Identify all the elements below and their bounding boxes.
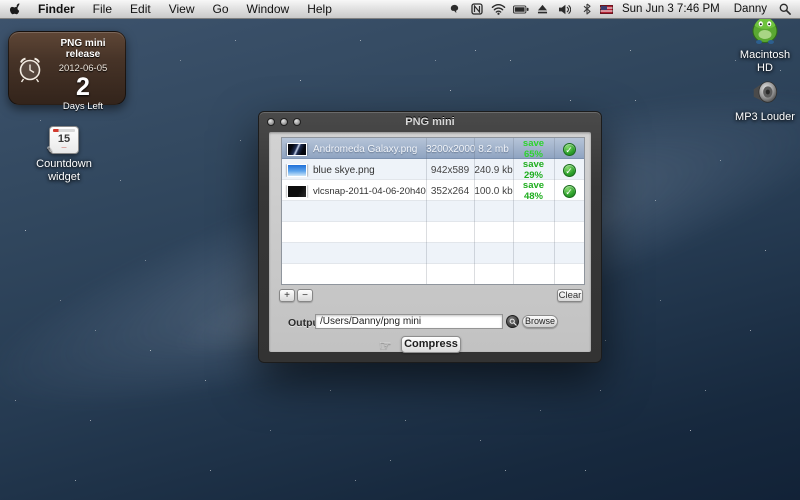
menu-view[interactable]: View [160, 0, 204, 18]
countdown-texts: PNG mini release 2012-06-05 2 Days Left [43, 38, 123, 112]
status-cell: ✓ [554, 185, 584, 198]
file-size: 240.9 kb [474, 165, 513, 176]
status-cell: ✓ [554, 143, 584, 156]
menu-window[interactable]: Window [238, 0, 299, 18]
table-row[interactable]: vlcsnap-2011-04-06-20h40m36s165.png 352x… [282, 180, 584, 201]
menubar: Finder File Edit View Go Window Help Sun… [0, 0, 800, 19]
menubar-right: Sun Jun 3 7:46 PM Danny [446, 0, 800, 18]
file-name-cell: blue skye.png [282, 164, 426, 177]
compress-button[interactable]: Compress [401, 336, 461, 353]
desktop-icon-label: Macintosh HD [733, 49, 797, 75]
empty-row [282, 264, 584, 285]
add-files-button[interactable]: + [279, 289, 295, 302]
menu-edit[interactable]: Edit [121, 0, 160, 18]
menu-go[interactable]: Go [204, 0, 238, 18]
bluetooth-icon[interactable] [578, 2, 596, 17]
calendar-icon: 15 — ✎ [49, 126, 79, 154]
menubar-left: Finder File Edit View Go Window Help [0, 0, 341, 18]
checkmark-icon: ✓ [563, 164, 576, 177]
calendar-widget-label: Countdown widget [29, 158, 99, 184]
empty-row [282, 201, 584, 222]
clear-button[interactable]: Clear [557, 289, 583, 302]
file-name-cell: vlcsnap-2011-04-06-20h40m36s165.png [282, 185, 426, 198]
spotlight-icon[interactable] [776, 2, 794, 17]
apple-menu[interactable] [0, 0, 29, 18]
menu-file[interactable]: File [84, 0, 121, 18]
status-cell: ✓ [554, 164, 584, 177]
alarm-clock-icon [16, 54, 44, 89]
save-percent: save 65% [513, 138, 554, 160]
save-percent: save 48% [513, 180, 554, 202]
remove-files-button[interactable]: − [297, 289, 313, 302]
input-menu-icon[interactable] [468, 2, 486, 17]
eject-icon[interactable] [534, 2, 552, 17]
file-thumbnail [287, 143, 307, 156]
countdown-days-label: Days Left [43, 101, 123, 112]
volume-icon[interactable] [556, 2, 574, 17]
table-row[interactable]: blue skye.png 942x589 240.9 kb save 29% … [282, 159, 584, 180]
calendar-icon-header [53, 129, 75, 132]
file-thumbnail [287, 164, 307, 177]
empty-row [282, 222, 584, 243]
window-content: Andromeda Galaxy.png 3200x2000 8.2 mb sa… [269, 132, 591, 352]
speaker-icon [726, 73, 800, 107]
menu-help[interactable]: Help [298, 0, 341, 18]
us-flag-icon[interactable] [600, 5, 613, 14]
window-titlebar[interactable]: PNG mini [259, 112, 601, 132]
file-name: Andromeda Galaxy.png [313, 144, 417, 155]
save-percent: save 29% [513, 159, 554, 181]
column-divider [426, 138, 427, 284]
countdown-widget[interactable]: PNG mini release 2012-06-05 2 Days Left [8, 31, 126, 105]
file-size: 8.2 mb [474, 144, 513, 155]
countdown-title: PNG mini release [43, 38, 123, 60]
menubar-extra-icon[interactable] [446, 2, 464, 17]
table-row[interactable]: Andromeda Galaxy.png 3200x2000 8.2 mb sa… [282, 138, 584, 159]
battery-icon[interactable] [512, 2, 530, 17]
pointing-hand-icon: ☞ [379, 337, 392, 354]
checkmark-icon: ✓ [563, 185, 576, 198]
file-dimensions: 3200x2000 [426, 144, 474, 155]
pencil-icon: ✎ [45, 144, 54, 156]
output-path-input[interactable] [315, 314, 503, 329]
empty-row [282, 243, 584, 264]
apple-icon [10, 2, 23, 16]
file-size: 100.0 kb [474, 186, 513, 197]
file-name: vlcsnap-2011-04-06-20h40m36s165.png [313, 186, 426, 197]
column-divider [474, 138, 475, 284]
menubar-app-name[interactable]: Finder [29, 0, 84, 18]
reveal-path-button[interactable] [506, 315, 519, 328]
file-dimensions: 352x264 [426, 186, 474, 197]
desktop-icon-macintosh-hd[interactable]: Macintosh HD [726, 11, 800, 75]
menubar-clock[interactable]: Sun Jun 3 7:46 PM [617, 3, 725, 15]
file-name-cell: Andromeda Galaxy.png [282, 143, 426, 156]
browse-button[interactable]: Browse [522, 315, 558, 328]
file-thumbnail [287, 185, 307, 198]
file-table: Andromeda Galaxy.png 3200x2000 8.2 mb sa… [281, 137, 585, 285]
calendar-widget[interactable]: 15 — ✎ Countdown widget [18, 126, 110, 184]
column-divider [513, 138, 514, 284]
menubar-user[interactable]: Danny [729, 3, 772, 15]
column-divider [554, 138, 555, 284]
magnifier-icon [509, 318, 517, 326]
calendar-day-number: 15 [50, 133, 78, 145]
png-mini-window: PNG mini Andromeda Galaxy.png 3200x2000 … [258, 111, 602, 363]
desktop-icon-label: MP3 Louder [730, 111, 800, 124]
wifi-icon[interactable] [490, 2, 508, 17]
window-title: PNG mini [259, 112, 601, 132]
file-name: blue skye.png [313, 165, 375, 176]
countdown-days-number: 2 [43, 75, 123, 100]
checkmark-icon: ✓ [563, 143, 576, 156]
file-dimensions: 942x589 [426, 165, 474, 176]
desktop-icon-mp3-louder[interactable]: MP3 Louder [726, 73, 800, 124]
